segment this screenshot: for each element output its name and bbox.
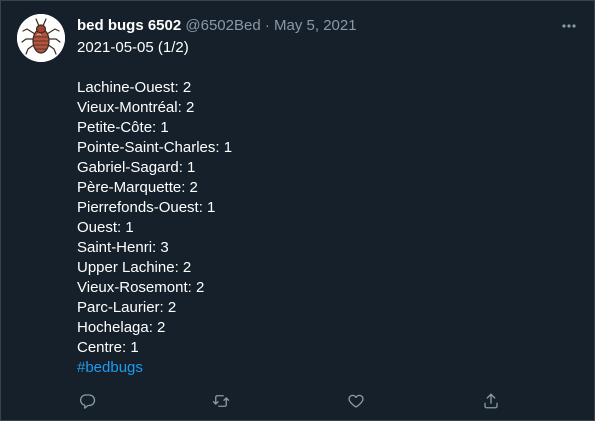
tweet-date[interactable]: May 5, 2021 bbox=[274, 17, 357, 34]
text-line: Lachine-Ouest: 2 bbox=[77, 79, 192, 96]
bedbug-avatar-icon bbox=[17, 14, 65, 62]
retweet-icon bbox=[212, 395, 230, 407]
tweet-text: 2021-05-05 (1/2) Lachine-Ouest: 2 Vieux-… bbox=[77, 38, 232, 378]
tweet-header: bed bugs 6502 @6502Bed · May 5, 2021 bbox=[77, 16, 357, 36]
more-dots-icon bbox=[562, 24, 576, 28]
tweet-card[interactable]: bed bugs 6502 @6502Bed · May 5, 2021 202… bbox=[0, 0, 595, 421]
display-name[interactable]: bed bugs 6502 bbox=[77, 17, 181, 34]
share-button[interactable] bbox=[480, 390, 502, 412]
text-line bbox=[77, 58, 232, 78]
avatar[interactable] bbox=[17, 14, 65, 62]
text-line: Centre: 1 bbox=[77, 339, 139, 356]
heart-icon bbox=[348, 394, 364, 408]
text-line: Hochelaga: 2 bbox=[77, 319, 166, 336]
hashtag-link[interactable]: #bedbugs bbox=[77, 358, 232, 378]
text-line: 2021-05-05 (1/2) bbox=[77, 39, 189, 56]
reply-bubble-icon bbox=[79, 394, 96, 409]
text-line: Ouest: 1 bbox=[77, 219, 134, 236]
text-line: Père-Marquette: 2 bbox=[77, 179, 198, 196]
text-line: Parc-Laurier: 2 bbox=[77, 299, 177, 316]
like-button[interactable] bbox=[345, 390, 367, 412]
separator-dot: · bbox=[264, 17, 270, 34]
text-line: Pierrefonds-Ouest: 1 bbox=[77, 199, 216, 216]
text-line: Vieux-Rosemont: 2 bbox=[77, 279, 205, 296]
more-options-button[interactable] bbox=[558, 15, 580, 37]
user-handle[interactable]: @6502Bed bbox=[185, 17, 260, 34]
retweet-button[interactable] bbox=[210, 390, 232, 412]
text-line: Upper Lachine: 2 bbox=[77, 259, 192, 276]
text-line: Pointe-Saint-Charles: 1 bbox=[77, 139, 233, 156]
share-icon bbox=[484, 393, 498, 409]
reply-button[interactable] bbox=[76, 390, 98, 412]
text-line: Saint-Henri: 3 bbox=[77, 239, 169, 256]
text-line: Petite-Côte: 1 bbox=[77, 119, 169, 136]
text-line: Gabriel-Sagard: 1 bbox=[77, 159, 196, 176]
text-line: Vieux-Montréal: 2 bbox=[77, 99, 195, 116]
tweet-actions bbox=[1, 390, 595, 412]
